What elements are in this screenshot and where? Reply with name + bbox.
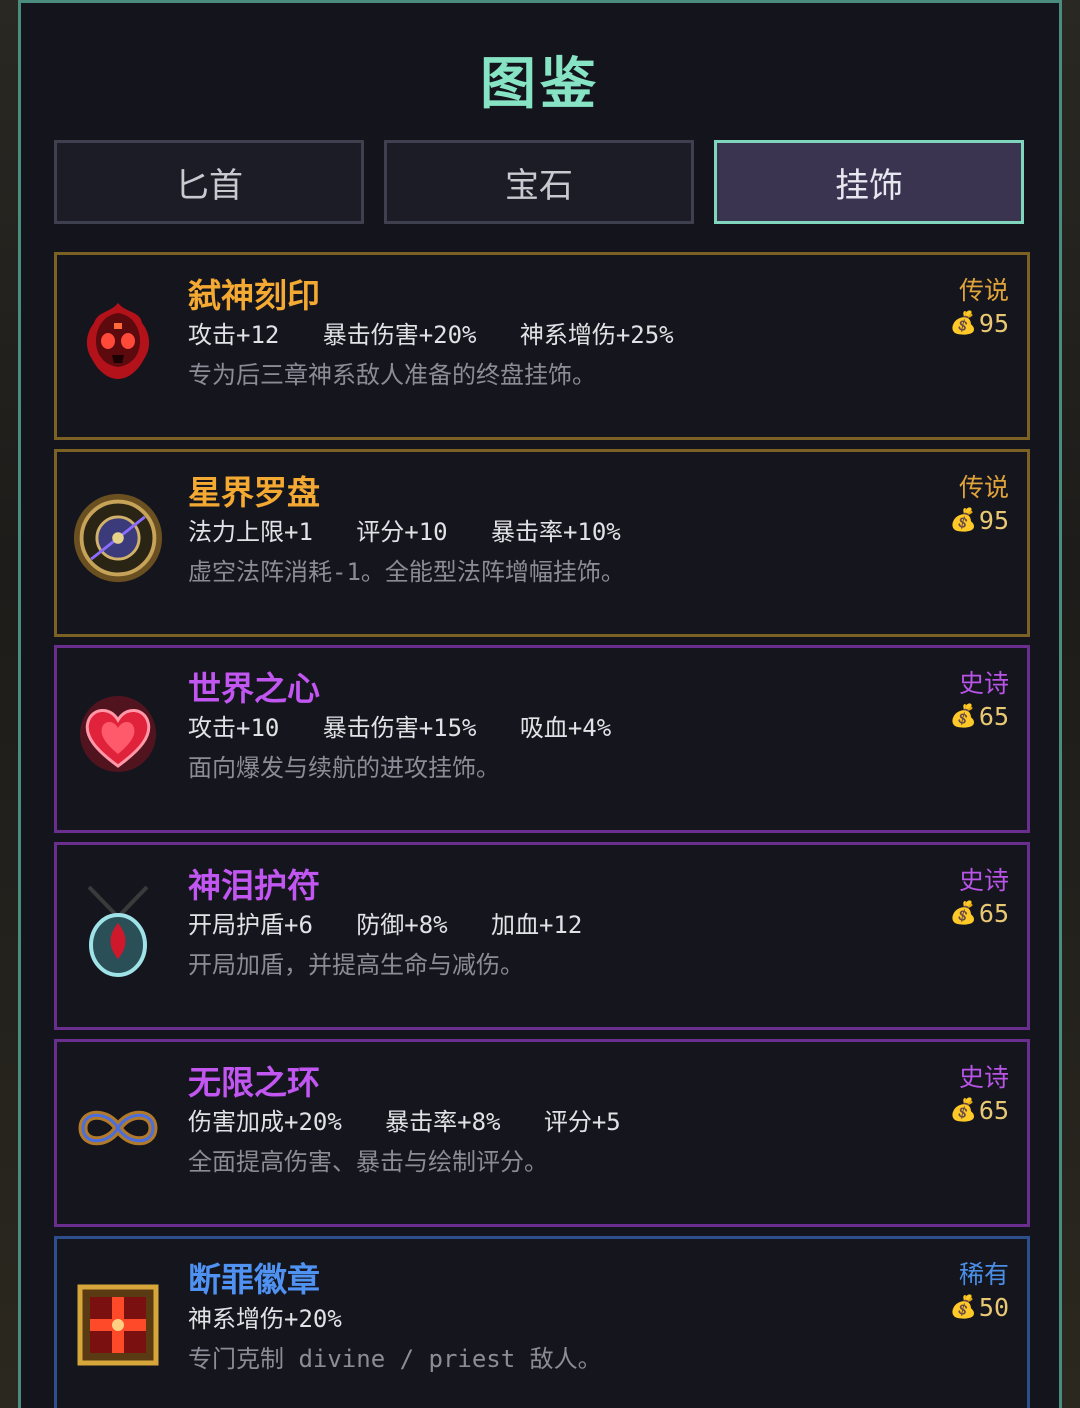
item-card[interactable]: 弑神刻印 攻击+12 暴击伤害+20% 神系增伤+25% 专为后三章神系敌人准备… bbox=[54, 252, 1030, 440]
item-card[interactable]: 世界之心 攻击+10 暴击伤害+15% 吸血+4% 面向爆发与续航的进攻挂饰。 … bbox=[54, 645, 1030, 833]
price-value: 95 bbox=[978, 309, 1009, 338]
rarity-label: 史诗 bbox=[958, 866, 1009, 895]
item-name: 世界之心 bbox=[188, 669, 320, 708]
item-card[interactable]: 星界罗盘 法力上限+1 评分+10 暴击率+10% 虚空法阵消耗-1。全能型法阵… bbox=[54, 449, 1030, 637]
item-name: 神泪护符 bbox=[188, 866, 320, 905]
rarity-label: 史诗 bbox=[958, 669, 1009, 698]
price-value: 65 bbox=[978, 702, 1009, 731]
price: 💰 50 bbox=[949, 1293, 1009, 1322]
rarity-label: 史诗 bbox=[958, 1063, 1009, 1092]
item-description: 全面提高伤害、暴击与绘制评分。 bbox=[188, 1148, 548, 1176]
tab-bar: 匕首 宝石 挂饰 bbox=[54, 140, 1026, 224]
tab-gems[interactable]: 宝石 bbox=[384, 140, 694, 224]
flaming-skull-icon bbox=[72, 295, 164, 387]
cross-badge-icon bbox=[72, 1279, 164, 1371]
money-bag-icon: 💰 bbox=[949, 901, 977, 926]
infinity-ring-icon bbox=[72, 1082, 164, 1174]
page-title: 图鉴 bbox=[480, 52, 600, 117]
item-description: 专为后三章神系敌人准备的终盘挂饰。 bbox=[188, 361, 596, 389]
price-value: 50 bbox=[978, 1293, 1009, 1322]
price-value: 95 bbox=[978, 506, 1009, 535]
crystal-heart-icon bbox=[72, 688, 164, 780]
astral-compass-icon bbox=[72, 492, 164, 584]
price: 💰 95 bbox=[949, 309, 1009, 338]
item-stats: 法力上限+1 评分+10 暴击率+10% bbox=[188, 518, 621, 546]
price-value: 65 bbox=[978, 899, 1009, 928]
item-stats: 神系增伤+20% bbox=[188, 1305, 342, 1333]
item-description: 虚空法阵消耗-1。全能型法阵增幅挂饰。 bbox=[188, 558, 625, 586]
item-name: 无限之环 bbox=[188, 1063, 320, 1102]
rarity-label: 传说 bbox=[958, 473, 1009, 502]
money-bag-icon: 💰 bbox=[949, 508, 977, 533]
tab-charms[interactable]: 挂饰 bbox=[714, 140, 1024, 224]
codex-panel: 图鉴 匕首 宝石 挂饰 弑神刻印 攻击+12 暴击伤害+20% 神系增伤+25%… bbox=[18, 0, 1062, 1408]
item-stats: 攻击+12 暴击伤害+20% 神系增伤+25% bbox=[188, 321, 674, 349]
money-bag-icon: 💰 bbox=[949, 1295, 977, 1320]
price: 💰 95 bbox=[949, 506, 1009, 535]
item-name: 弑神刻印 bbox=[188, 276, 320, 315]
item-name: 断罪徽章 bbox=[188, 1260, 320, 1299]
price: 💰 65 bbox=[949, 1096, 1009, 1125]
rarity-label: 稀有 bbox=[958, 1260, 1009, 1289]
item-stats: 开局护盾+6 防御+8% 加血+12 bbox=[188, 911, 583, 939]
money-bag-icon: 💰 bbox=[949, 1098, 977, 1123]
item-card[interactable]: 断罪徽章 神系增伤+20% 专门克制 divine / priest 敌人。 稀… bbox=[54, 1236, 1030, 1408]
item-description: 面向爆发与续航的进攻挂饰。 bbox=[188, 754, 500, 782]
item-stats: 攻击+10 暴击伤害+15% 吸血+4% bbox=[188, 714, 612, 742]
price-value: 65 bbox=[978, 1096, 1009, 1125]
tab-daggers[interactable]: 匕首 bbox=[54, 140, 364, 224]
item-card[interactable]: 神泪护符 开局护盾+6 防御+8% 加血+12 开局加盾，并提高生命与减伤。 史… bbox=[54, 842, 1030, 1030]
item-stats: 伤害加成+20% 暴击率+8% 评分+5 bbox=[188, 1108, 621, 1136]
item-card[interactable]: 无限之环 伤害加成+20% 暴击率+8% 评分+5 全面提高伤害、暴击与绘制评分… bbox=[54, 1039, 1030, 1227]
tear-amulet-icon bbox=[72, 885, 164, 977]
price: 💰 65 bbox=[949, 702, 1009, 731]
money-bag-icon: 💰 bbox=[949, 311, 977, 336]
price: 💰 65 bbox=[949, 899, 1009, 928]
item-description: 开局加盾，并提高生命与减伤。 bbox=[188, 951, 524, 979]
rarity-label: 传说 bbox=[958, 276, 1009, 305]
money-bag-icon: 💰 bbox=[949, 704, 977, 729]
item-name: 星界罗盘 bbox=[188, 473, 320, 512]
item-description: 专门克制 divine / priest 敌人。 bbox=[188, 1345, 602, 1373]
